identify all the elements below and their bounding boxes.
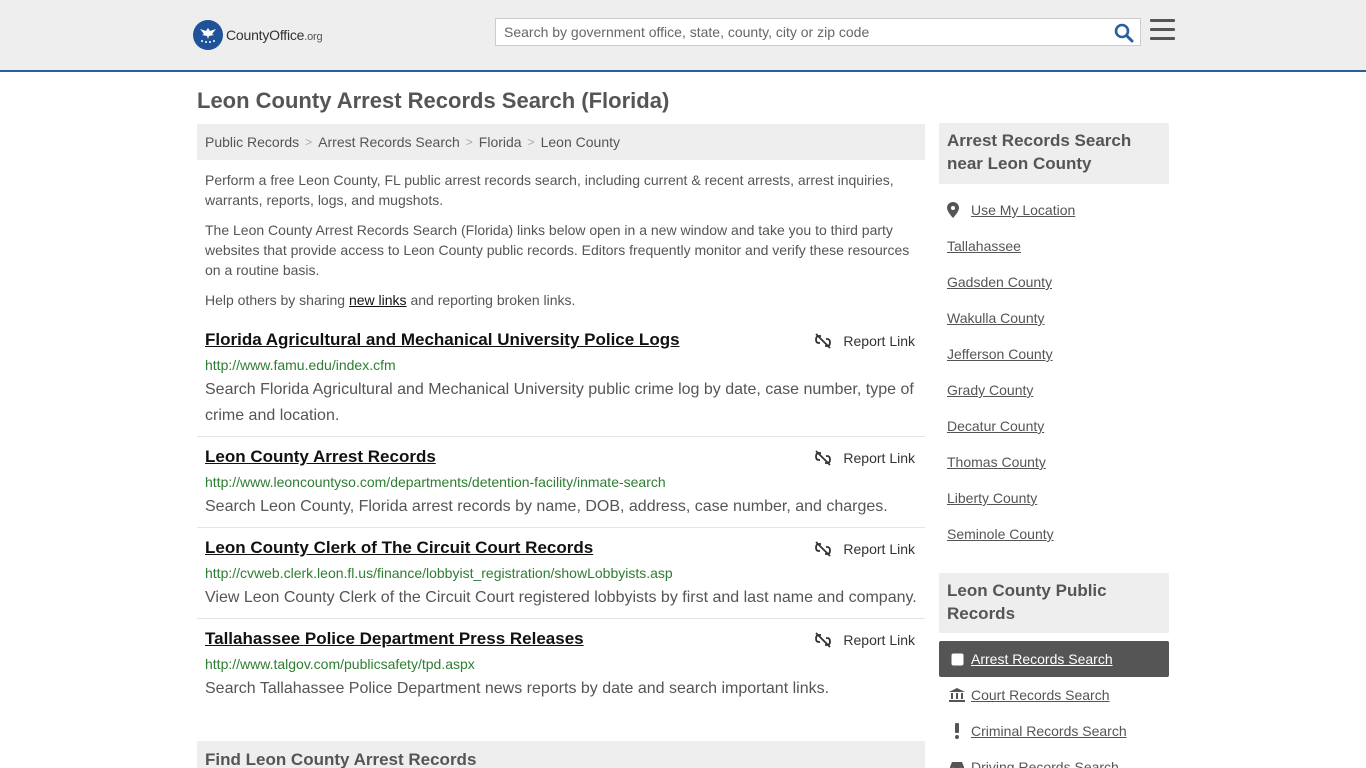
site-logo[interactable]: CountyOffice.org bbox=[193, 20, 323, 50]
nearby-heading: Arrest Records Search near Leon County bbox=[939, 123, 1169, 184]
breadcrumb-leon-county[interactable]: Leon County bbox=[541, 134, 620, 150]
exclamation-icon bbox=[949, 723, 965, 739]
report-link-label: Report Link bbox=[843, 632, 915, 648]
intro-paragraph-1: Perform a free Leon County, FL public ar… bbox=[205, 172, 894, 208]
map-marker-icon bbox=[947, 202, 959, 218]
resource-url: http://cvweb.clerk.leon.fl.us/finance/lo… bbox=[205, 565, 673, 581]
broken-link-icon bbox=[815, 333, 832, 349]
resource-description: Search Florida Agricultural and Mechanic… bbox=[205, 381, 914, 424]
report-link-label: Report Link bbox=[843, 333, 915, 349]
chevron-right-icon: > bbox=[305, 135, 313, 149]
breadcrumb-arrest-records-search[interactable]: Arrest Records Search bbox=[318, 134, 460, 150]
sidebar-item-court-records[interactable]: Court Records Search bbox=[939, 677, 1169, 713]
search-bar bbox=[495, 18, 1141, 46]
intro-text: Perform a free Leon County, FL public ar… bbox=[205, 170, 917, 320]
intro-paragraph-3: Help others by sharing new links and rep… bbox=[205, 292, 576, 308]
sidebar-item-driving-records[interactable]: Driving Records Search bbox=[939, 749, 1169, 768]
courthouse-icon bbox=[949, 688, 965, 702]
nearby-link-decatur-county[interactable]: Decatur County bbox=[947, 418, 1044, 434]
report-link-button[interactable]: Report Link bbox=[815, 333, 915, 349]
nearby-link-wakulla-county[interactable]: Wakulla County bbox=[947, 310, 1045, 326]
sidebar-item-label: Court Records Search bbox=[971, 687, 1110, 703]
breadcrumb-public-records[interactable]: Public Records bbox=[205, 134, 299, 150]
nearby-link-thomas-county[interactable]: Thomas County bbox=[947, 454, 1046, 470]
resource-title-link[interactable]: Leon County Clerk of The Circuit Court R… bbox=[205, 538, 593, 558]
square-icon bbox=[949, 653, 965, 666]
report-link-label: Report Link bbox=[843, 541, 915, 557]
new-links-link[interactable]: new links bbox=[349, 292, 407, 308]
use-my-location-link[interactable]: Use My Location bbox=[947, 202, 1075, 218]
eagle-emblem-icon bbox=[193, 20, 223, 50]
report-link-button[interactable]: Report Link bbox=[815, 450, 915, 466]
car-icon bbox=[949, 760, 965, 768]
resource-url: http://www.leoncountyso.com/departments/… bbox=[205, 474, 666, 490]
resource-item: Leon County Arrest Records Report Link h… bbox=[197, 447, 925, 528]
resource-description: Search Leon County, Florida arrest recor… bbox=[205, 498, 888, 515]
page-title: Leon County Arrest Records Search (Flori… bbox=[197, 88, 670, 113]
resource-description: View Leon County Clerk of the Circuit Co… bbox=[205, 589, 917, 606]
hamburger-menu-icon[interactable] bbox=[1150, 19, 1175, 41]
nearby-link-tallahassee[interactable]: Tallahassee bbox=[947, 238, 1021, 254]
logo-text: CountyOffice bbox=[226, 27, 305, 43]
resource-item: Tallahassee Police Department Press Rele… bbox=[197, 629, 925, 710]
search-input[interactable] bbox=[496, 19, 1106, 45]
nearby-link-seminole-county[interactable]: Seminole County bbox=[947, 526, 1054, 542]
nearby-link-jefferson-county[interactable]: Jefferson County bbox=[947, 346, 1053, 362]
broken-link-icon bbox=[815, 632, 832, 648]
report-link-label: Report Link bbox=[843, 450, 915, 466]
resource-item: Leon County Clerk of The Circuit Court R… bbox=[197, 538, 925, 619]
breadcrumb-florida[interactable]: Florida bbox=[479, 134, 522, 150]
nearby-link-gadsden-county[interactable]: Gadsden County bbox=[947, 274, 1052, 290]
chevron-right-icon: > bbox=[465, 135, 473, 149]
breadcrumb: Public Records > Arrest Records Search >… bbox=[197, 124, 925, 160]
search-icon[interactable] bbox=[1114, 23, 1134, 43]
public-records-heading: Leon County Public Records bbox=[939, 573, 1169, 633]
logo-tld: .org bbox=[304, 31, 323, 43]
broken-link-icon bbox=[815, 541, 832, 557]
resource-title-link[interactable]: Tallahassee Police Department Press Rele… bbox=[205, 629, 584, 649]
sidebar-item-arrest-records[interactable]: Arrest Records Search bbox=[939, 641, 1169, 677]
resource-url: http://www.talgov.com/publicsafety/tpd.a… bbox=[205, 656, 475, 672]
nearby-link-grady-county[interactable]: Grady County bbox=[947, 382, 1033, 398]
site-header: CountyOffice.org bbox=[0, 0, 1366, 72]
use-my-location-label: Use My Location bbox=[971, 202, 1076, 218]
resource-item: Florida Agricultural and Mechanical Univ… bbox=[197, 330, 925, 437]
resource-url: http://www.famu.edu/index.cfm bbox=[205, 357, 396, 373]
resource-title-link[interactable]: Florida Agricultural and Mechanical Univ… bbox=[205, 330, 680, 350]
resource-title-link[interactable]: Leon County Arrest Records bbox=[205, 447, 436, 467]
find-records-heading: Find Leon County Arrest Records bbox=[197, 741, 925, 768]
broken-link-icon bbox=[815, 450, 832, 466]
nearby-link-liberty-county[interactable]: Liberty County bbox=[947, 490, 1037, 506]
report-link-button[interactable]: Report Link bbox=[815, 632, 915, 648]
sidebar-item-label: Driving Records Search bbox=[971, 759, 1119, 768]
sidebar-item-label: Arrest Records Search bbox=[971, 651, 1113, 667]
intro-paragraph-2: The Leon County Arrest Records Search (F… bbox=[205, 222, 910, 278]
resource-description: Search Tallahassee Police Department new… bbox=[205, 680, 830, 697]
report-link-button[interactable]: Report Link bbox=[815, 541, 915, 557]
sidebar-item-criminal-records[interactable]: Criminal Records Search bbox=[939, 713, 1169, 749]
chevron-right-icon: > bbox=[527, 135, 535, 149]
sidebar-item-label: Criminal Records Search bbox=[971, 723, 1127, 739]
